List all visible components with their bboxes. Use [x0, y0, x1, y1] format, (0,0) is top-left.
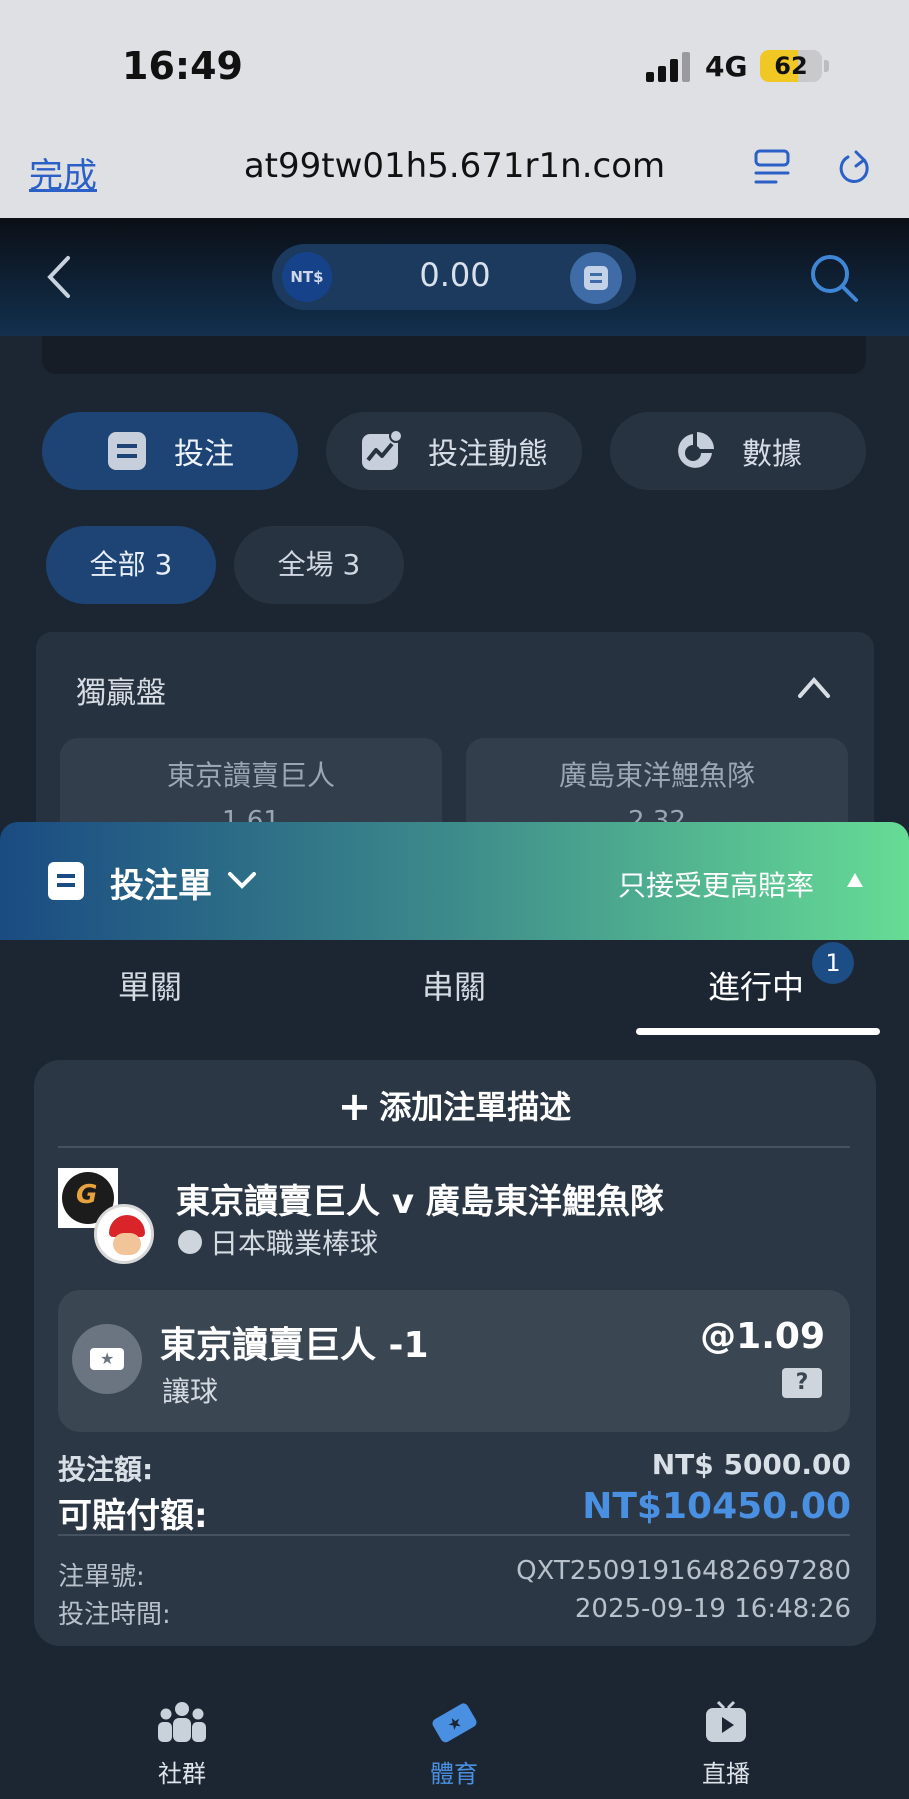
pie-chart-icon: [678, 432, 714, 468]
market-title: 獨贏盤: [76, 676, 166, 711]
filter-full-game[interactable]: 全場 3: [234, 526, 404, 604]
league-name: 日本職業棒球: [210, 1227, 379, 1260]
payout-value: NT$10450.00: [582, 1486, 851, 1527]
tab-label: 投注: [174, 437, 234, 472]
league-row: 日本職業棒球: [178, 1222, 378, 1262]
tab-stats[interactable]: 數據: [610, 412, 866, 490]
tab-singles[interactable]: 單關: [60, 962, 240, 1008]
balance-amount: 0.00: [419, 256, 491, 294]
logo-face: [113, 1233, 141, 1255]
nav-label: 體育: [430, 1760, 478, 1788]
filter-all[interactable]: 全部 3: [46, 526, 216, 604]
trend-chart-icon: [362, 430, 402, 470]
plus-icon: +: [337, 1084, 372, 1130]
wallet-menu-button[interactable]: [570, 252, 622, 304]
selection-odds: @1.09: [700, 1316, 825, 1357]
bet-slip-title[interactable]: 投注單: [110, 858, 212, 907]
time-value: 2025-09-19 16:48:26: [574, 1594, 851, 1624]
reader-mode-icon[interactable]: [752, 148, 792, 188]
tab-bet-trends[interactable]: 投注動態: [326, 412, 582, 490]
tab-bet[interactable]: 投注: [42, 412, 298, 490]
stake-value: NT$ 5000.00: [651, 1448, 851, 1481]
battery-tip: [824, 60, 829, 72]
nav-label: 社群: [158, 1760, 206, 1788]
battery-level: 62: [774, 52, 808, 80]
divider: [58, 1146, 850, 1148]
in-progress-count-badge: 1: [812, 942, 854, 984]
nav-live[interactable]: 直播: [656, 1700, 796, 1789]
ticket-shape: [90, 1348, 124, 1370]
logo-letter: G: [76, 1180, 98, 1210]
network-type: 4G: [705, 50, 748, 83]
bet-icon: [108, 432, 146, 470]
list-icon: [584, 266, 608, 290]
bet-slip-icon: [48, 862, 84, 900]
ticket-icon: [72, 1324, 142, 1394]
back-arrow-icon[interactable]: [40, 252, 80, 302]
odds-preference[interactable]: 只接受更高賠率: [618, 864, 814, 904]
add-description-button[interactable]: + 添加注單描述: [0, 1082, 909, 1130]
nav-label: 直播: [702, 1760, 750, 1788]
search-icon[interactable]: [808, 252, 860, 304]
ref-value: QXT25091916482697280: [516, 1556, 851, 1586]
battery-indicator: 62: [760, 50, 822, 82]
tab-parlay[interactable]: 串關: [364, 962, 544, 1008]
selection-market: 讓球: [162, 1375, 219, 1408]
currency-badge: NT$: [282, 252, 332, 302]
tab-label: 投注動態: [428, 437, 548, 472]
status-time: 16:49: [122, 44, 243, 88]
stake-label: 投注額:: [58, 1453, 154, 1486]
odds-team: 東京讀賣巨人: [166, 759, 335, 792]
selection-name: 東京讀賣巨人 -1: [160, 1325, 429, 1366]
add-description-label: 添加注單描述: [379, 1088, 572, 1126]
ref-label: 注單號:: [58, 1562, 145, 1592]
chevron-down-icon[interactable]: [226, 868, 258, 892]
signal-icon: [646, 52, 690, 82]
baseball-icon: [178, 1230, 202, 1254]
nav-community[interactable]: 社群: [112, 1700, 252, 1789]
reload-icon[interactable]: [834, 148, 874, 188]
caret-up-icon[interactable]: [846, 872, 864, 888]
team-logo-carp: [94, 1204, 154, 1264]
banner-remnant: [42, 336, 866, 374]
help-icon[interactable]: ?: [782, 1368, 822, 1398]
sports-ticket-icon: ★: [432, 1703, 477, 1743]
tab-label: 數據: [742, 437, 802, 472]
divider: [58, 1534, 850, 1536]
tv-icon: [706, 1700, 746, 1742]
payout-label: 可賠付額:: [58, 1496, 208, 1536]
nav-sports[interactable]: ★ 體育: [384, 1700, 524, 1789]
time-label: 投注時間:: [58, 1600, 171, 1630]
odds-team: 廣島東洋鯉魚隊: [558, 759, 755, 792]
chevron-up-icon[interactable]: [796, 672, 832, 702]
match-title: 東京讀賣巨人 v 廣島東洋鯉魚隊: [176, 1182, 664, 1222]
active-tab-underline: [636, 1028, 880, 1035]
community-icon: [158, 1702, 206, 1742]
